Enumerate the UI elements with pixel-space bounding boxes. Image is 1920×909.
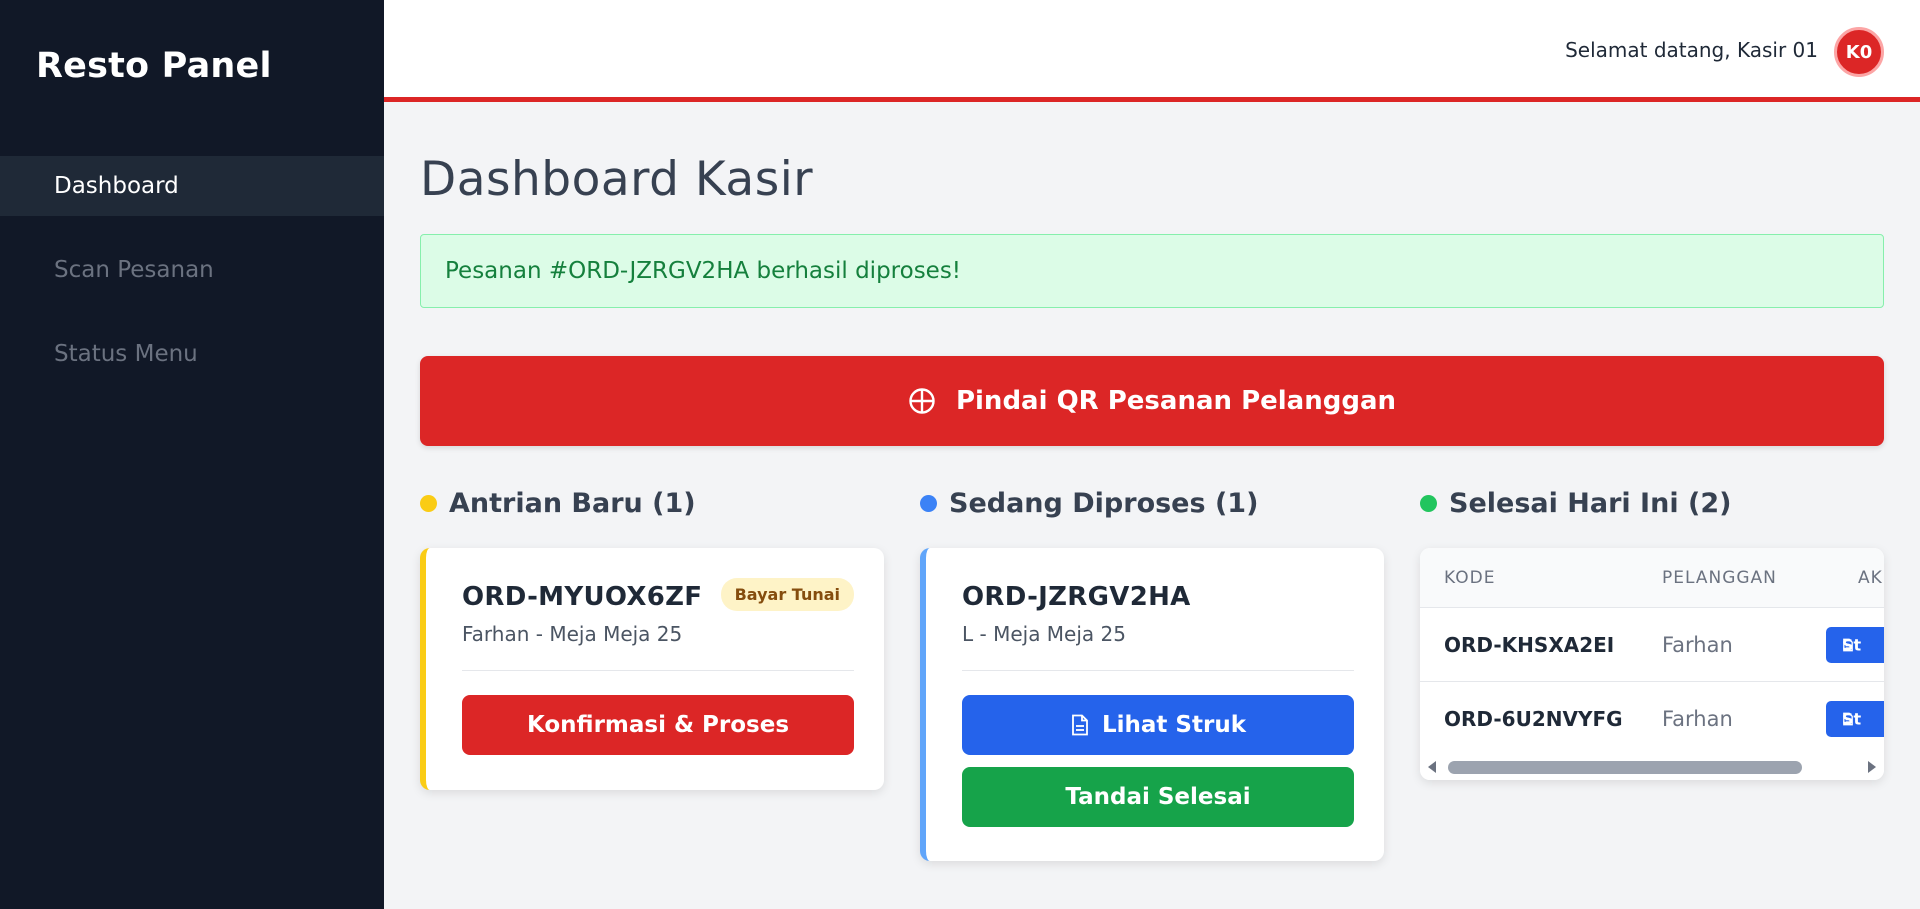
horizontal-scrollbar[interactable] [1420,754,1884,780]
scrollbar-thumb[interactable] [1448,761,1802,774]
queue-column-title: Antrian Baru (1) [420,482,884,524]
divider [462,670,854,671]
column-header-action: AK [1858,567,1883,588]
receipt-button[interactable]: St [1826,626,1884,663]
avatar[interactable]: K0 [1834,27,1884,77]
receipt-button-label: St [1842,709,1862,728]
column-header-code: KODE [1444,567,1496,588]
order-card: ORD-MYUOX6ZF Farhan - Meja Meja 25 Bayar… [420,548,884,790]
row-customer: Farhan [1662,632,1733,657]
sidebar-item-status-menu[interactable]: Status Menu [0,324,384,384]
queue-column: Antrian Baru (1) ORD-MYUOX6ZF Farhan - M… [420,482,884,790]
done-column-title: Selesai Hari Ini (2) [1420,482,1884,524]
column-header-customer: PELANGGAN [1662,567,1777,588]
success-alert-text: Pesanan #ORD-JZRGV2HA berhasil diproses! [445,258,962,284]
order-code: ORD-MYUOX6ZF [462,582,703,612]
view-receipt-button-label: Lihat Struk [1101,712,1246,738]
scroll-left-arrow-icon[interactable] [1428,761,1436,773]
divider [962,670,1354,671]
scroll-right-arrow-icon[interactable] [1868,761,1876,773]
mark-done-button[interactable]: Tandai Selesai [962,767,1354,827]
view-receipt-button[interactable]: Lihat Struk [962,695,1354,755]
crosshair-icon [909,388,935,414]
row-order-code: ORD-KHSXA2EI [1444,632,1615,657]
sidebar-nav: Dashboard Scan Pesanan Status Menu [0,156,384,408]
sidebar-item-dashboard[interactable]: Dashboard [0,156,384,216]
done-status-dot [1420,494,1437,512]
table-header: KODE PELANGGAN AK [1420,548,1884,608]
order-card: ORD-JZRGV2HA L - Meja Meja 25 Lihat Stru… [920,548,1384,861]
table-row: ORD-KHSXA2EI Farhan St [1420,608,1884,682]
queue-status-dot [420,494,437,512]
payment-badge: Bayar Tunai [720,578,854,611]
completed-orders-table: KODE PELANGGAN AK ORD-KHSXA2EI Farhan St [1420,548,1884,780]
processing-column-title-text: Sedang Diproses (1) [949,487,1259,519]
queue-column-title-text: Antrian Baru (1) [449,487,696,519]
scan-qr-button[interactable]: Pindai QR Pesanan Pelanggan [420,356,1884,446]
done-column-title-text: Selesai Hari Ini (2) [1449,487,1732,519]
processing-column: Sedang Diproses (1) ORD-JZRGV2HA L - Mej… [920,482,1384,861]
row-order-code: ORD-6U2NVYFG [1444,706,1623,731]
order-customer-table: Farhan - Meja Meja 25 [462,622,683,646]
scan-qr-button-label: Pindai QR Pesanan Pelanggan [955,386,1397,416]
sidebar: Resto Panel Dashboard Scan Pesanan Statu… [0,0,384,909]
confirm-process-button[interactable]: Konfirmasi & Proses [462,695,854,755]
order-code: ORD-JZRGV2HA [962,582,1191,612]
welcome-text: Selamat datang, Kasir 01 [1565,38,1818,62]
processing-status-dot [920,494,937,512]
top-header: Selamat datang, Kasir 01 K0 [384,0,1920,102]
success-alert: Pesanan #ORD-JZRGV2HA berhasil diproses! [420,234,1884,308]
order-customer-table: L - Meja Meja 25 [962,622,1126,646]
processing-column-title: Sedang Diproses (1) [920,482,1384,524]
page-title: Dashboard Kasir [420,152,814,207]
sidebar-item-scan-pesanan[interactable]: Scan Pesanan [0,240,384,300]
done-column: Selesai Hari Ini (2) KODE PELANGGAN AK O… [1420,482,1884,780]
row-customer: Farhan [1662,706,1733,731]
brand-logo-text: Resto Panel [36,46,272,86]
document-icon [1072,714,1088,736]
receipt-button-label: St [1842,635,1862,654]
table-row: ORD-6U2NVYFG Farhan St [1420,682,1884,756]
receipt-button[interactable]: St [1826,700,1884,737]
